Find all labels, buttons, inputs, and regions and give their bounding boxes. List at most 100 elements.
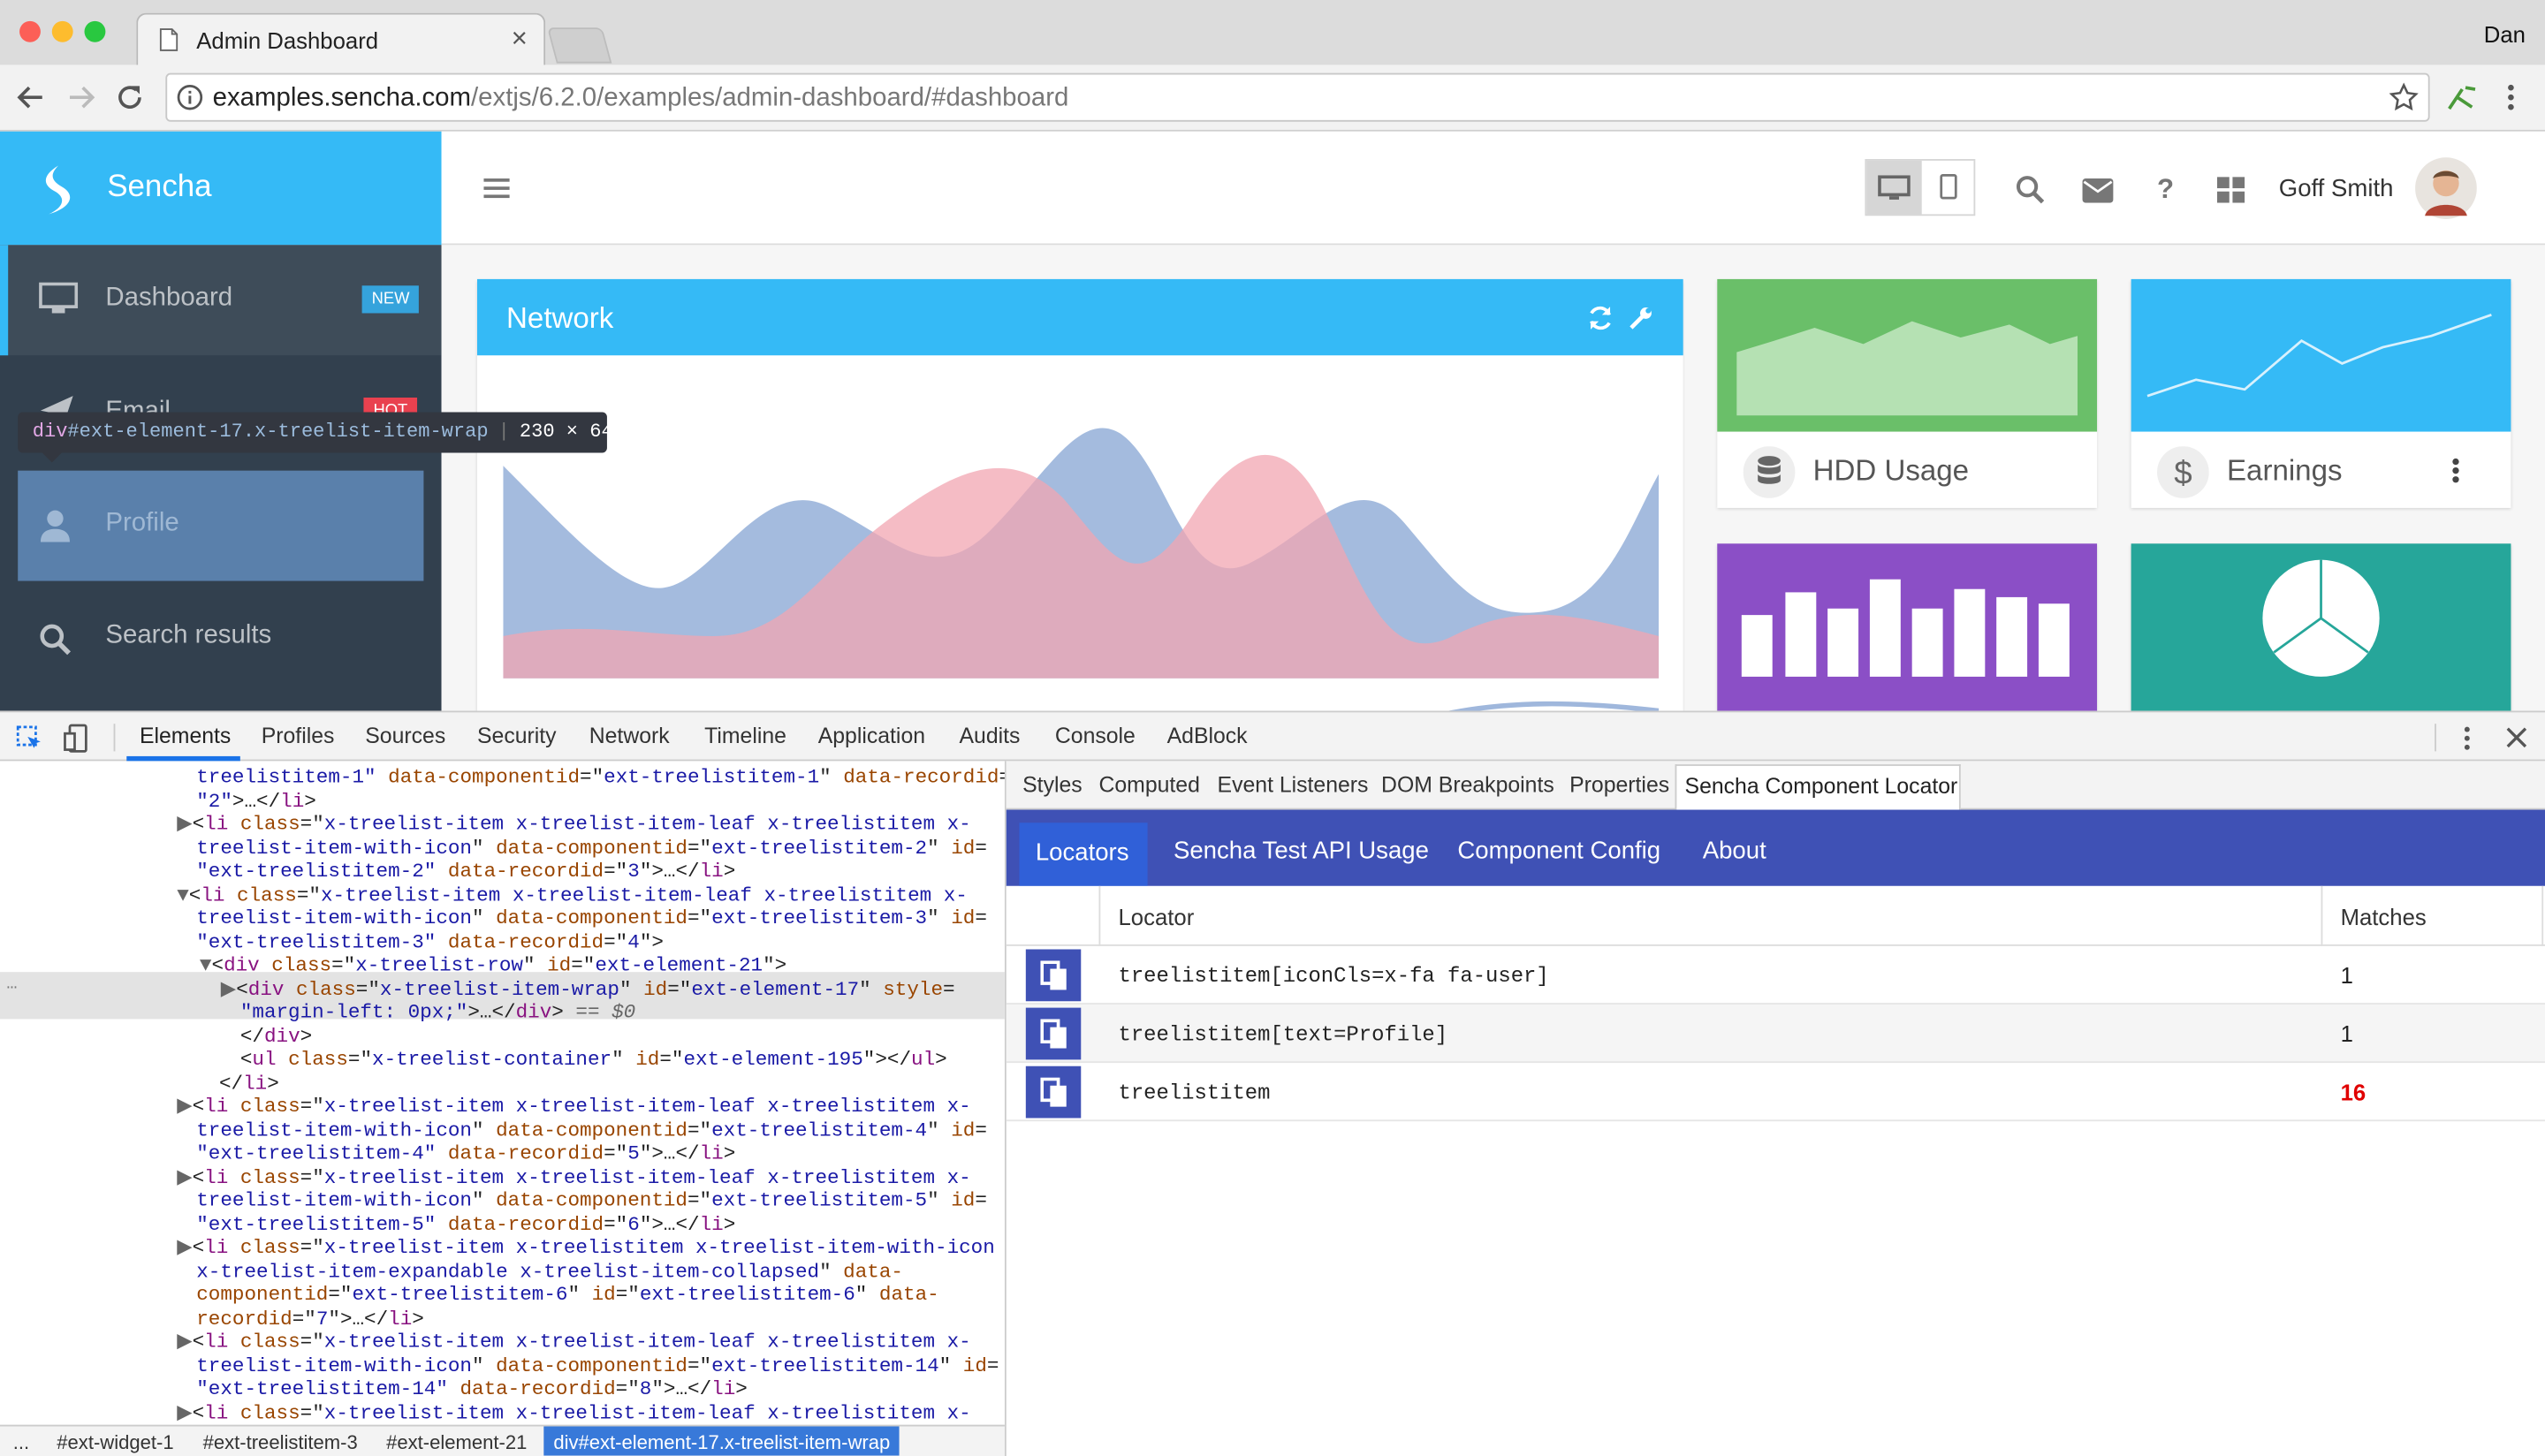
tab-locators[interactable]: Locators [1019, 823, 1148, 886]
breadcrumb-ellipsis[interactable]: ... [13, 1431, 29, 1454]
copy-locator-button[interactable] [1025, 1065, 1082, 1119]
dom-code-line[interactable]: "margin-left: 0px;">…</div> == $0 [240, 1001, 635, 1025]
dom-code-line[interactable]: ▶<li class="x-treelist-item x-treelist-i… [177, 813, 970, 837]
devtools-tab-profiles[interactable]: Profiles [262, 724, 335, 748]
envelope-icon[interactable] [2082, 178, 2114, 203]
browser-tab[interactable]: Admin Dashboard × [136, 12, 546, 67]
devtools-close-icon[interactable] [2506, 727, 2527, 748]
hamburger-menu-icon[interactable] [483, 177, 510, 200]
dom-code-line[interactable]: ▶<li class="x-treelist-item x-treelist-i… [177, 1166, 970, 1190]
dom-code-line[interactable]: ▶<li class="x-treelist-item x-treelist-i… [177, 1401, 970, 1425]
node-actions-ellipsis[interactable]: … [6, 974, 17, 997]
dom-code-line[interactable]: "ext-treelistitem-14" data-recordid="8">… [196, 1377, 748, 1401]
new-tab-button[interactable] [547, 27, 612, 64]
dom-code-line[interactable]: ▶<li class="x-treelist-item x-treelist-i… [177, 1096, 970, 1119]
desktop-icon [1878, 175, 1911, 201]
tab-about[interactable]: About [1703, 838, 1766, 865]
matches-column-header[interactable]: Matches [2341, 904, 2427, 929]
devtools-tab-timeline[interactable]: Timeline [704, 724, 786, 748]
dom-code-line[interactable]: ▶<li class="x-treelist-item x-treelistit… [177, 1237, 995, 1261]
profile-user-name[interactable]: Dan [2484, 21, 2526, 47]
locator-column-header[interactable]: Locator [1119, 904, 1195, 929]
dom-code-line[interactable]: treelist-item-with-icon" data-componenti… [196, 907, 987, 931]
tab-event-listeners[interactable]: Event Listeners [1218, 772, 1369, 797]
devtools-tab-audits[interactable]: Audits [960, 724, 1021, 748]
dom-code-line[interactable]: </div> [240, 1025, 312, 1049]
avatar[interactable] [2415, 157, 2477, 219]
close-window-button[interactable] [19, 20, 41, 42]
copy-locator-button[interactable] [1025, 1007, 1082, 1060]
sidebar-item-dashboard[interactable]: Dashboard NEW [0, 245, 442, 356]
dom-code-line[interactable]: ▶<div class="x-treelist-item-wrap" id="e… [221, 978, 955, 1002]
locator-row[interactable]: treelistitem[text=Profile] 1 [1006, 1004, 2545, 1064]
dom-code-line[interactable]: ▶<li class="x-treelist-item x-treelist-i… [177, 1331, 970, 1354]
dom-code-line[interactable]: componentid="ext-treelistitem-6" id="ext… [196, 1284, 938, 1308]
dom-code-line[interactable]: x-treelist-item-expandable x-treelist-it… [196, 1260, 903, 1284]
tab-sencha-test-api-usage[interactable]: Sencha Test API Usage [1174, 838, 1429, 865]
devtools-tab-elements[interactable]: Elements [140, 724, 231, 748]
devtools-tab-adblock[interactable]: AdBlock [1167, 724, 1248, 748]
breadcrumb-item[interactable]: #ext-widget-1 [57, 1431, 173, 1454]
elements-dom-tree[interactable]: … treelistitem-1" data-componentid="ext-… [0, 761, 1005, 1425]
extension-icon[interactable] [2446, 83, 2479, 112]
sidebar-item-search-results[interactable]: Search results [0, 582, 442, 693]
tab-styles[interactable]: Styles [1022, 772, 1083, 797]
locator-row[interactable]: treelistitem 16 [1006, 1063, 2545, 1122]
dom-code-line[interactable]: treelist-item-with-icon" data-componenti… [196, 1189, 987, 1213]
more-vertical-icon[interactable] [2450, 458, 2460, 483]
dom-code-line[interactable]: ▼<div class="x-treelist-row" id="ext-ele… [200, 954, 786, 978]
maximize-window-button[interactable] [84, 20, 106, 42]
breadcrumb-item[interactable]: #ext-element-21 [386, 1431, 527, 1454]
devtools-menu-icon[interactable] [2462, 725, 2472, 751]
minimize-window-button[interactable] [51, 20, 73, 42]
tablet-view-button[interactable] [1922, 161, 1976, 215]
reload-icon[interactable] [115, 83, 144, 112]
tab-properties[interactable]: Properties [1569, 772, 1669, 797]
bookmark-star-icon[interactable] [2389, 82, 2419, 112]
dom-code-line[interactable]: treelist-item-with-icon" data-componenti… [196, 1119, 987, 1142]
devtools-tab-application[interactable]: Application [818, 724, 925, 748]
user-name[interactable]: Goff Smith [2279, 175, 2394, 202]
devtools-tab-network[interactable]: Network [589, 724, 670, 748]
breadcrumb-item[interactable]: #ext-treelistitem-3 [203, 1431, 358, 1454]
dom-code-line[interactable]: "ext-treelistitem-5" data-recordid="6">…… [196, 1213, 735, 1237]
wrench-icon[interactable] [1628, 305, 1653, 330]
address-bar[interactable]: examples.sencha.com/extjs/6.2.0/examples… [165, 72, 2430, 122]
dom-code-line[interactable]: </li> [219, 1072, 279, 1096]
back-icon[interactable] [16, 83, 45, 112]
dom-code-line[interactable]: "ext-treelistitem-4" data-recordid="5">…… [196, 1142, 735, 1166]
network-chart [503, 376, 1660, 717]
tab-dom-breakpoints[interactable]: DOM Breakpoints [1381, 772, 1554, 797]
devtools-tab-console[interactable]: Console [1055, 724, 1136, 748]
inspect-element-icon[interactable] [16, 725, 43, 753]
dom-code-line[interactable]: treelist-item-with-icon" data-componenti… [196, 1354, 999, 1378]
dom-code-line[interactable]: recordid="7">…</li> [196, 1307, 424, 1331]
devtools-tab-sources[interactable]: Sources [365, 724, 445, 748]
dom-code-line[interactable]: treelistitem-1" data-componentid="ext-tr… [196, 766, 1005, 790]
copy-locator-button[interactable] [1025, 949, 1082, 1002]
dom-code-line[interactable]: ▼<li class="x-treelist-item x-treelist-i… [177, 883, 968, 907]
refresh-icon[interactable] [1587, 305, 1613, 330]
forward-icon[interactable] [66, 83, 95, 112]
dom-code-line[interactable]: "2">…</li> [196, 790, 316, 814]
tab-close-button[interactable]: × [512, 23, 528, 56]
browser-menu-icon[interactable] [2506, 83, 2516, 112]
sidebar-item-profile[interactable]: Profile [18, 470, 424, 581]
tab-computed[interactable]: Computed [1098, 772, 1199, 797]
info-icon[interactable] [177, 84, 203, 110]
device-toolbar-icon[interactable] [64, 724, 91, 753]
dom-code-line[interactable]: "ext-treelistitem-2" data-recordid="3">…… [196, 860, 735, 883]
dom-code-line[interactable]: "ext-treelistitem-3" data-recordid="4"> [196, 930, 664, 954]
dom-code-line[interactable]: <ul class="x-treelist-container" id="ext… [240, 1049, 947, 1073]
tab-label: Sencha Component Locator [1684, 774, 1958, 799]
tab-component-config[interactable]: Component Config [1457, 838, 1660, 865]
desktop-view-button[interactable] [1866, 160, 1922, 215]
tab-sencha-component-locator[interactable]: Sencha Component Locator [1675, 764, 1961, 810]
breadcrumb-item-active[interactable]: div#ext-element-17.x-treelist-item-wrap [543, 1426, 900, 1456]
dom-code-line[interactable]: treelist-item-with-icon" data-componenti… [196, 837, 987, 861]
locator-row[interactable]: treelistitem[iconCls=x-fa fa-user] 1 [1006, 946, 2545, 1005]
help-icon[interactable]: ? [2157, 174, 2174, 207]
search-icon[interactable] [2016, 175, 2045, 204]
devtools-tab-security[interactable]: Security [477, 724, 557, 748]
grid-icon[interactable] [2216, 177, 2245, 203]
